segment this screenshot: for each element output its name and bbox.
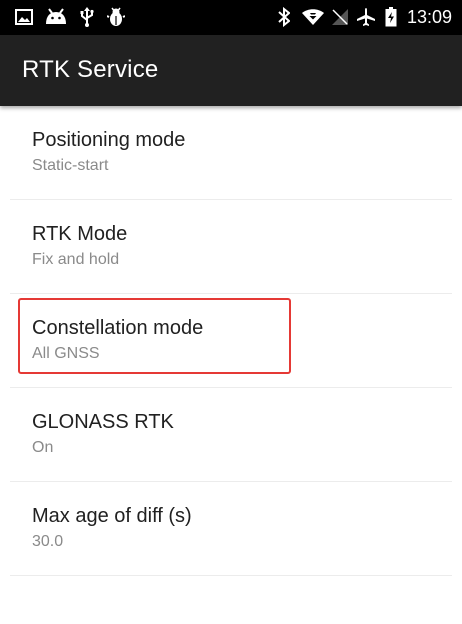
pref-summary: Fix and hold (32, 251, 120, 268)
pref-positioning-mode[interactable]: Positioning mode Static-start (10, 106, 452, 200)
android-icon (44, 6, 68, 28)
pref-summary: On (32, 439, 54, 456)
pref-glonass-rtk[interactable]: GLONASS RTK On (10, 388, 452, 482)
pref-rtk-mode[interactable]: RTK Mode Fix and hold (10, 200, 452, 294)
usb-icon (78, 6, 96, 28)
pref-max-age-of-diff[interactable]: Max age of diff (s) 30.0 (10, 482, 452, 576)
pref-title: Constellation mode (32, 317, 204, 339)
pref-title: Positioning mode (32, 129, 186, 151)
pref-summary: Static-start (32, 157, 109, 174)
page-title: RTK Service (22, 56, 159, 83)
battery-charging-icon (383, 6, 399, 28)
android-debug-icon (106, 6, 126, 28)
pref-title: RTK Mode (32, 223, 128, 245)
pref-summary: 30.0 (32, 533, 64, 550)
bluetooth-icon (276, 6, 292, 28)
image-icon (14, 6, 34, 28)
preference-list: Positioning mode Static-start RTK Mode F… (0, 106, 462, 576)
app-bar: RTK Service (0, 35, 462, 106)
status-time: 13:09 (406, 7, 452, 27)
pref-constellation-mode[interactable]: Constellation mode All GNSS (10, 294, 452, 388)
airplane-icon (355, 6, 377, 28)
no-signal-icon (330, 6, 350, 28)
pref-title: GLONASS RTK (32, 411, 174, 433)
status-bar: 13:09 (0, 0, 462, 35)
pref-title: Max age of diff (s) (32, 505, 192, 527)
wifi-icon (300, 6, 326, 28)
pref-summary: All GNSS (32, 345, 100, 362)
